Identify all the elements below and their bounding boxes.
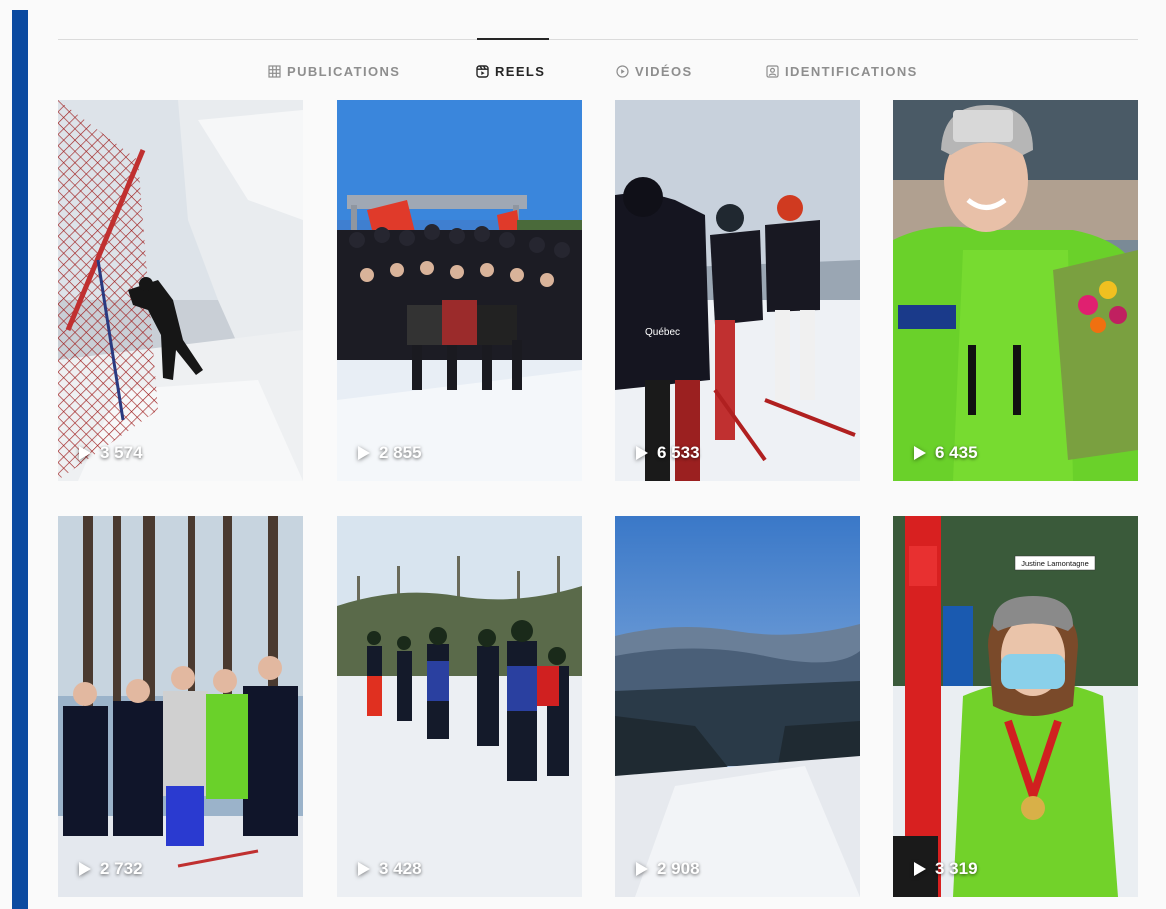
reel-tile[interactable]: 2 732 [58, 516, 303, 897]
active-tab-indicator [477, 38, 549, 40]
play-icon [914, 446, 926, 460]
name-tag: Justine Lamontagne [1021, 559, 1089, 568]
view-count-value: 3 574 [100, 443, 143, 462]
play-icon [636, 862, 648, 876]
reel-tile[interactable]: Québec 6 533 [615, 100, 860, 481]
tab-videos[interactable]: VIDÉOS [616, 58, 693, 84]
profile-divider [58, 39, 1138, 40]
left-accent-bar [12, 10, 28, 909]
play-icon [358, 446, 370, 460]
tab-reels[interactable]: REELS [476, 58, 545, 84]
reels-icon [476, 64, 489, 78]
reel-thumbnail [893, 100, 1138, 481]
reel-thumbnail [58, 100, 303, 481]
reel-tile[interactable]: 2 855 [337, 100, 582, 481]
reel-tile[interactable]: Justine Lamontagne 3 319 [893, 516, 1138, 897]
reel-tile[interactable]: 3 574 [58, 100, 303, 481]
view-count: 6 533 [635, 443, 700, 463]
tag-icon [766, 64, 779, 78]
tab-label: VIDÉOS [635, 63, 693, 79]
play-icon [636, 446, 648, 460]
reel-thumbnail [58, 516, 303, 897]
view-count: 3 319 [913, 859, 978, 879]
view-count: 3 574 [78, 443, 143, 463]
reel-thumbnail: Québec [615, 100, 860, 481]
profile-tabs: PUBLICATIONS REELS VIDÉOS IDENTIFICATION… [0, 58, 1166, 84]
view-count: 2 908 [635, 859, 700, 879]
tab-publications[interactable]: PUBLICATIONS [268, 58, 400, 84]
grid-icon [268, 64, 281, 78]
reel-tile[interactable]: 2 908 [615, 516, 860, 897]
view-count-value: 2 908 [657, 859, 700, 878]
play-icon [79, 862, 91, 876]
view-count-value: 6 435 [935, 443, 978, 462]
view-count: 2 732 [78, 859, 143, 879]
video-icon [616, 64, 629, 78]
view-count-value: 2 855 [379, 443, 422, 462]
tab-label: IDENTIFICATIONS [785, 63, 918, 79]
tab-identifications[interactable]: IDENTIFICATIONS [766, 58, 918, 84]
view-count: 3 428 [357, 859, 422, 879]
view-count: 6 435 [913, 443, 978, 463]
reel-thumbnail [337, 516, 582, 897]
reel-tile[interactable]: 6 435 [893, 100, 1138, 481]
view-count: 2 855 [357, 443, 422, 463]
reel-thumbnail [337, 100, 582, 481]
jacket-print: Québec [645, 327, 680, 338]
play-icon [914, 862, 926, 876]
view-count-value: 2 732 [100, 859, 143, 878]
tab-label: REELS [495, 63, 546, 79]
tab-label: PUBLICATIONS [287, 63, 401, 79]
reel-thumbnail [615, 516, 860, 897]
play-icon [79, 446, 91, 460]
view-count-value: 3 428 [379, 859, 422, 878]
reel-thumbnail: Justine Lamontagne [893, 516, 1138, 897]
view-count-value: 3 319 [935, 859, 978, 878]
play-icon [358, 862, 370, 876]
reel-tile[interactable]: 3 428 [337, 516, 582, 897]
view-count-value: 6 533 [657, 443, 700, 462]
